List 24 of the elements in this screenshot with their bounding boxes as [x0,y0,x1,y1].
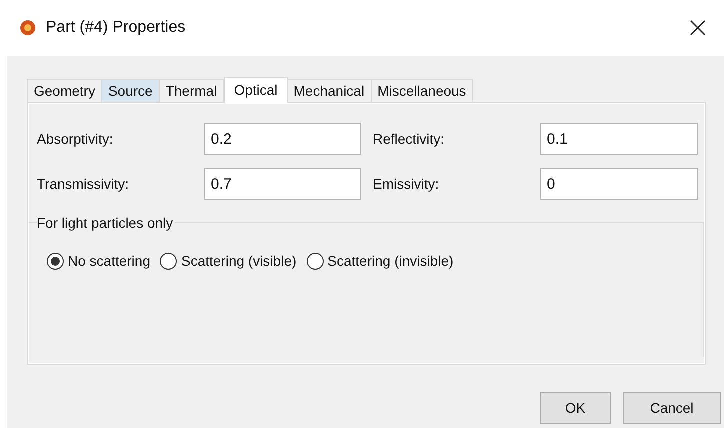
window-title: Part (#4) Properties [46,18,186,38]
radio-button[interactable] [306,253,324,270]
dialog-button[interactable]: OK [540,392,611,424]
tab[interactable]: Mechanical [288,79,372,102]
field-label: Emissivity: [373,174,440,194]
radio-button[interactable] [160,253,178,270]
field-label: Absorptivity: [37,130,114,149]
tab[interactable]: Thermal [160,79,224,102]
tab[interactable]: Geometry [27,79,102,102]
dialog-button[interactable]: Cancel [623,392,721,424]
tab[interactable]: Source [102,79,160,102]
radio-option[interactable]: No scattering [47,251,150,272]
app-icon [20,20,36,36]
text-field[interactable]: 0.7 [204,168,361,200]
text-field[interactable]: 0.2 [204,123,361,155]
tab[interactable]: Miscellaneous [372,79,474,102]
radio-option[interactable]: Scattering (visible) [160,251,297,272]
radio-button[interactable] [47,253,64,270]
radio-option[interactable]: Scattering (invisible) [306,251,454,272]
tab[interactable]: Optical [224,77,288,103]
field-label: Reflectivity: [373,130,446,149]
field-label: Transmissivity: [37,174,130,194]
text-field[interactable]: 0.1 [540,123,698,155]
text-field[interactable]: 0 [540,168,698,200]
